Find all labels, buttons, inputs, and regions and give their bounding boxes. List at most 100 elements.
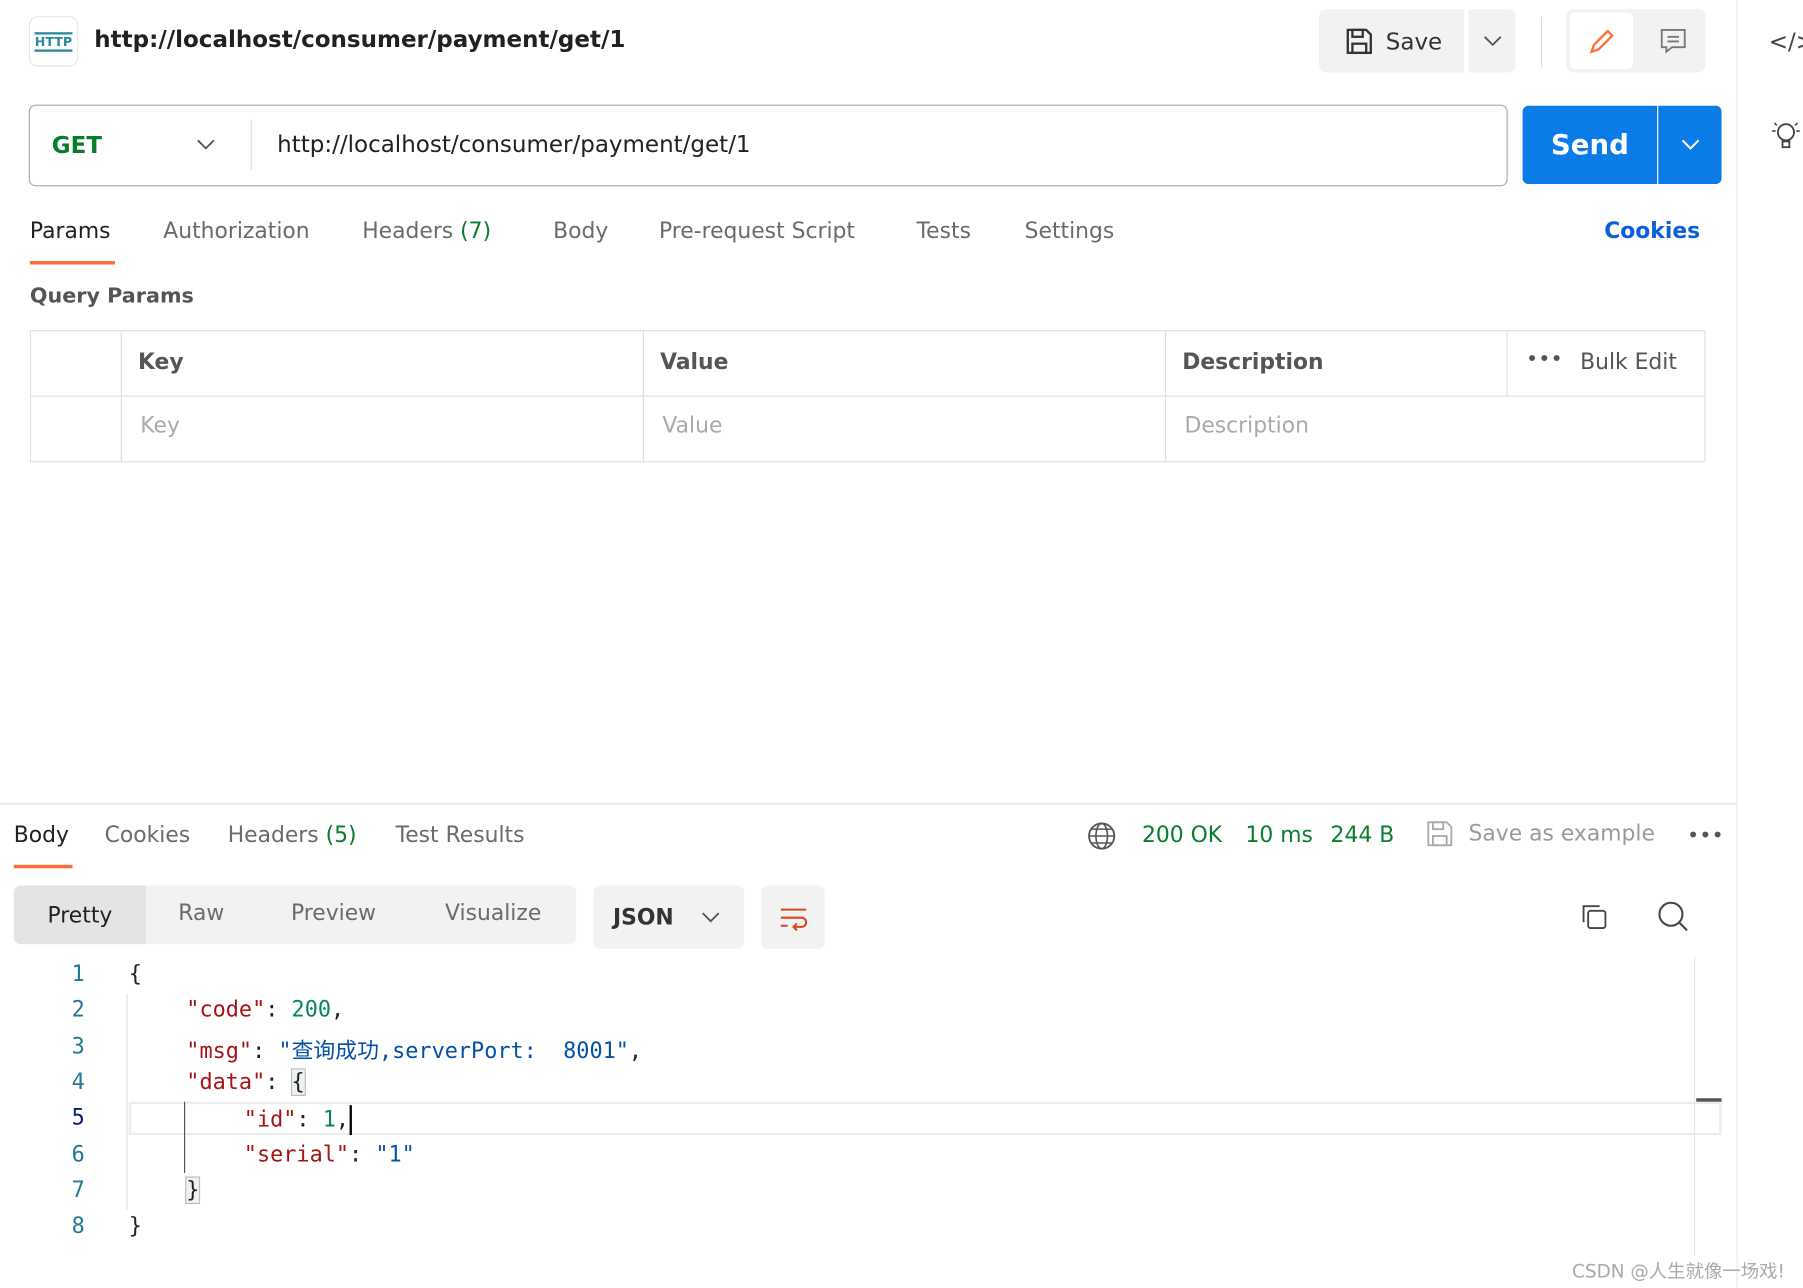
format-select[interactable]: JSON	[593, 885, 745, 949]
bulk-edit-button[interactable]: Bulk Edit	[1580, 350, 1677, 375]
more-options-icon[interactable]: •••	[1687, 823, 1724, 847]
view-pretty[interactable]: Pretty	[13, 885, 147, 945]
status-code[interactable]: 200 OK	[1142, 822, 1222, 847]
code-line: {	[129, 961, 142, 986]
json-punctuation: ,	[335, 1107, 350, 1133]
params-table: Key Value Description ••• Bulk Edit Key …	[29, 330, 1706, 463]
view-raw[interactable]: Raw	[178, 900, 224, 925]
wrap-icon	[780, 908, 807, 931]
description-input[interactable]: Description	[1166, 397, 1704, 461]
line-number: 1	[71, 961, 85, 987]
http-icon: HTTP	[28, 16, 79, 67]
json-key: "serial"	[243, 1141, 350, 1167]
json-number: 200	[291, 997, 332, 1023]
checkbox-column	[31, 331, 122, 396]
tab-authorization[interactable]: Authorization	[163, 219, 309, 244]
more-options-icon[interactable]: •••	[1526, 347, 1563, 371]
scrollbar[interactable]	[1693, 956, 1696, 1256]
json-key: "data"	[186, 1069, 266, 1095]
tab-tests[interactable]: Tests	[917, 219, 971, 244]
view-visualize[interactable]: Visualize	[445, 900, 541, 925]
scrollbar-marker	[1696, 1098, 1722, 1102]
line-number: 8	[71, 1213, 85, 1239]
method-select[interactable]: GET	[30, 106, 251, 184]
matched-bracket: }	[185, 1176, 201, 1204]
json-punctuation: }	[128, 1213, 142, 1239]
text-cursor	[349, 1105, 352, 1136]
code-line: "msg": "查询成功,serverPort: 8001",	[186, 1033, 642, 1064]
request-title[interactable]: http://localhost/consumer/payment/get/1	[94, 25, 625, 53]
line-number: 4	[71, 1069, 85, 1095]
response-tab-test-results[interactable]: Test Results	[396, 822, 525, 847]
save-button[interactable]: Save	[1319, 9, 1464, 73]
view-mode-segmented: Pretty Raw Preview Visualize	[13, 885, 577, 945]
tab-pre-request-script[interactable]: Pre-request Script	[659, 219, 855, 244]
indent-guide	[126, 993, 128, 1210]
code-line: "code": 200,	[186, 997, 344, 1022]
key-input[interactable]: Key	[122, 396, 644, 462]
lightbulb-icon[interactable]	[1771, 120, 1801, 154]
pane-divider[interactable]	[0, 802, 1737, 805]
tab-headers[interactable]: Headers (7)	[362, 219, 491, 244]
chevron-down-icon	[197, 139, 215, 150]
url-input[interactable]: http://localhost/consumer/payment/get/1	[277, 130, 750, 158]
code-line: "id": 1,	[243, 1105, 352, 1136]
response-tab-headers[interactable]: Headers (5)	[228, 822, 357, 847]
comment-icon	[1660, 28, 1686, 54]
json-punctuation: :	[252, 1037, 279, 1064]
send-button[interactable]: Send	[1522, 105, 1658, 184]
response-tab-cookies[interactable]: Cookies	[105, 822, 191, 847]
line-number: 7	[71, 1177, 85, 1203]
globe-icon[interactable]	[1087, 821, 1117, 851]
json-punctuation: :	[349, 1141, 376, 1167]
active-tab-indicator	[13, 864, 73, 869]
column-header-value: Value	[644, 331, 1167, 396]
json-key: "id"	[243, 1107, 297, 1133]
response-size[interactable]: 244 B	[1331, 822, 1395, 847]
save-icon	[1344, 26, 1374, 56]
copy-icon[interactable]	[1579, 902, 1609, 932]
wrap-lines-button[interactable]	[761, 885, 825, 949]
search-icon[interactable]	[1657, 900, 1689, 932]
edit-mode-button[interactable]	[1569, 12, 1633, 69]
response-tab-body[interactable]: Body	[14, 822, 69, 847]
code-line: "serial": "1"	[244, 1141, 415, 1166]
table-row: Key Value Description	[31, 396, 1704, 462]
divider	[250, 119, 252, 171]
json-punctuation: :	[265, 1069, 292, 1095]
json-punctuation: :	[265, 997, 292, 1023]
tab-body[interactable]: Body	[553, 219, 608, 244]
active-line-highlight	[128, 1101, 1722, 1136]
cookies-link[interactable]: Cookies	[1604, 219, 1700, 244]
right-sidebar	[1736, 0, 1738, 1288]
tab-params[interactable]: Params	[30, 219, 111, 244]
checkbox-cell[interactable]	[31, 396, 122, 462]
view-preview[interactable]: Preview	[291, 900, 376, 925]
header-row: Key Value Description ••• Bulk Edit	[31, 331, 1705, 397]
send-dropdown-button[interactable]	[1658, 105, 1722, 184]
json-string: "查询成功,serverPort: 8001"	[278, 1037, 629, 1064]
code-line: }	[129, 1213, 142, 1238]
save-example-button[interactable]: Save as example	[1425, 819, 1655, 849]
matched-bracket: {	[290, 1068, 306, 1096]
code-icon[interactable]: </>	[1769, 28, 1803, 56]
save-icon	[1427, 821, 1453, 847]
line-number: 5	[71, 1105, 85, 1131]
save-dropdown-button[interactable]	[1468, 9, 1516, 73]
code-editor[interactable]: 1 {2 "code": 200, 3 "msg": "查询成功,serverPort:…	[0, 956, 1725, 1256]
comments-button[interactable]	[1647, 13, 1699, 69]
json-punctuation: :	[296, 1107, 323, 1133]
column-header-key: Key	[122, 331, 644, 396]
line-number: 6	[71, 1141, 85, 1167]
indent-guide	[184, 1101, 186, 1173]
line-number: 3	[71, 1033, 85, 1059]
json-string: "1"	[375, 1141, 415, 1167]
divider	[1541, 16, 1543, 68]
chevron-down-icon	[1483, 35, 1501, 46]
code-line: "data": {	[186, 1068, 306, 1096]
url-bar: GET http://localhost/consumer/payment/ge…	[28, 104, 1508, 187]
value-input[interactable]: Value	[644, 396, 1167, 462]
mode-toggle	[1566, 9, 1706, 73]
response-time[interactable]: 10 ms	[1245, 822, 1312, 847]
tab-settings[interactable]: Settings	[1025, 219, 1115, 244]
